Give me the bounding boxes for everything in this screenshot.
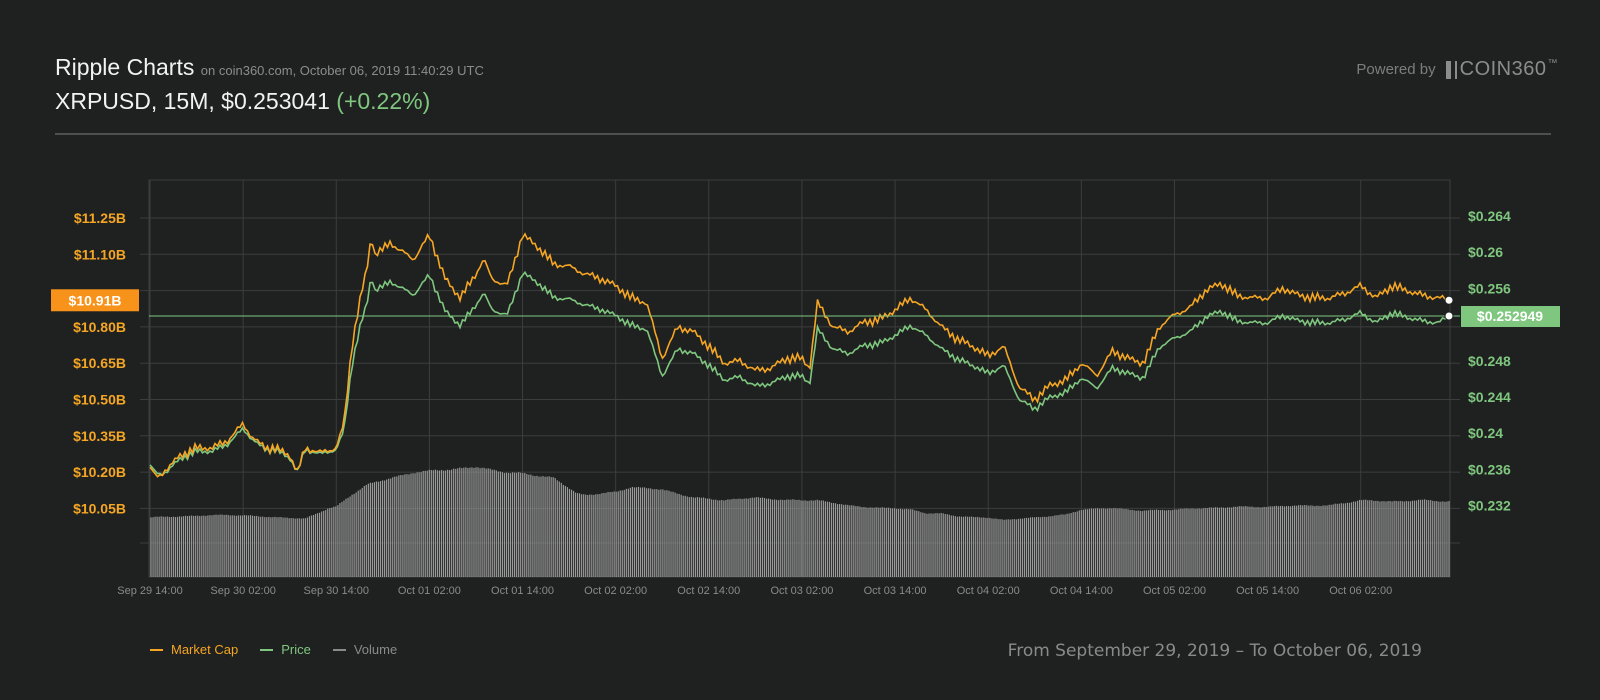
left-axis-label: $11.25B — [74, 210, 126, 226]
chart-legend: Market Cap Price Volume — [150, 642, 397, 657]
left-axis-label: $10.05B — [73, 500, 126, 516]
legend-label-price: Price — [281, 642, 311, 657]
x-tick-label: Oct 02 02:00 — [584, 585, 647, 597]
left-axis-label: $10.35B — [73, 428, 126, 444]
legend-swatch-volume — [332, 648, 346, 651]
left-axis-label: $10.20B — [73, 464, 126, 480]
x-tick-label: Oct 04 02:00 — [957, 585, 1020, 597]
right-axis-label: $0.248 — [1468, 353, 1511, 369]
x-tick-label: Oct 05 14:00 — [1236, 585, 1299, 597]
price-current-label: $0.252949 — [1477, 308, 1543, 324]
price-line — [149, 270, 1451, 477]
legend-market-cap[interactable]: Market Cap — [150, 642, 238, 657]
legend-label-market-cap: Market Cap — [171, 642, 239, 657]
legend-volume[interactable]: Volume — [332, 642, 398, 657]
x-tick-label: Oct 04 14:00 — [1050, 585, 1113, 597]
legend-swatch-market-cap — [150, 648, 163, 651]
right-axis-label: $0.232 — [1468, 498, 1511, 514]
right-axis-label: $0.26 — [1468, 244, 1503, 260]
legend-label-volume: Volume — [353, 642, 398, 657]
left-axis-label: $10.80B — [73, 319, 126, 335]
x-tick-label: Oct 06 02:00 — [1329, 585, 1392, 597]
x-tick-label: Sep 29 14:00 — [117, 585, 182, 597]
date-range: From September 29, 2019 – To October 06,… — [1007, 641, 1422, 661]
legend-swatch-price — [260, 648, 274, 651]
x-tick-label: Oct 03 02:00 — [770, 585, 833, 597]
x-tick-label: Oct 05 02:00 — [1143, 585, 1206, 597]
price-end-marker — [1444, 311, 1454, 321]
x-tick-label: Oct 01 02:00 — [398, 585, 461, 597]
left-axis-label: $10.65B — [73, 355, 126, 371]
market-cap-line — [149, 232, 1451, 478]
x-tick-label: Oct 01 14:00 — [491, 585, 554, 597]
left-axis-label: $10.50B — [73, 392, 126, 408]
market-cap-end-marker — [1444, 295, 1454, 305]
legend-price[interactable]: Price — [260, 642, 311, 657]
price-chart[interactable]: Sep 29 14:00 Sep 30 02:00 Sep 30 14:00 Oct … — [0, 0, 1600, 700]
right-axis-label: $0.256 — [1468, 280, 1511, 296]
x-tick-label: Sep 30 14:00 — [304, 585, 369, 597]
right-axis-label: $0.264 — [1468, 208, 1511, 224]
x-tick-label: Sep 30 02:00 — [210, 585, 275, 597]
x-tick-label: Oct 03 14:00 — [864, 585, 927, 597]
market-cap-current-label: $10.91B — [69, 292, 122, 308]
right-axis-label: $0.244 — [1468, 389, 1511, 405]
right-axis-label: $0.24 — [1468, 425, 1503, 441]
right-axis-label: $0.236 — [1468, 461, 1511, 477]
left-axis-label: $11.10B — [74, 246, 126, 262]
x-tick-label: Oct 02 14:00 — [677, 585, 740, 597]
